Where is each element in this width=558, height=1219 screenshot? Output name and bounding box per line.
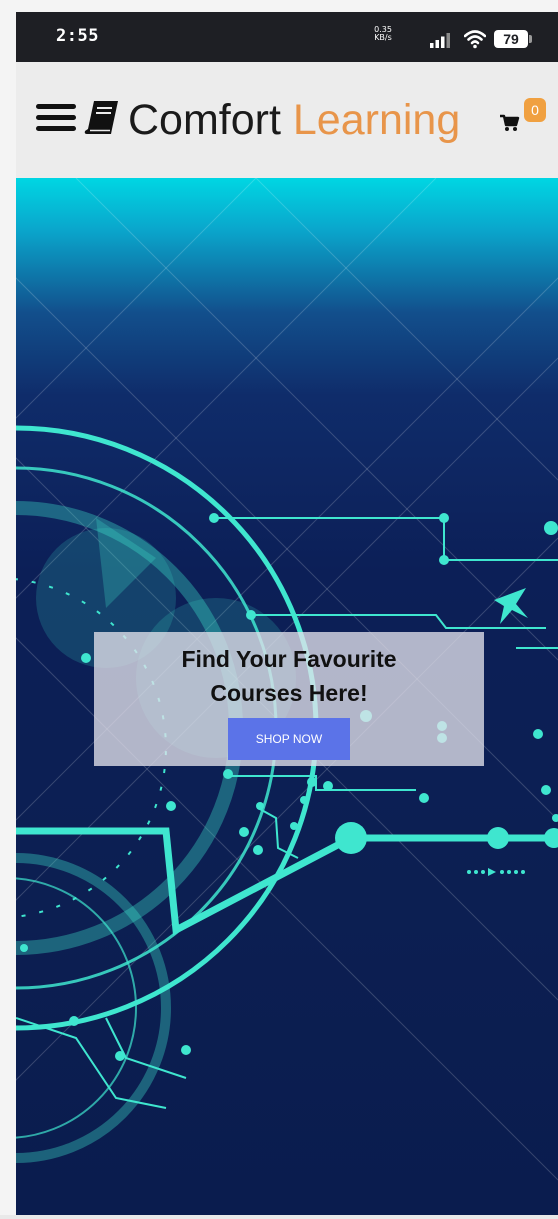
- battery-icon: 79: [494, 30, 534, 48]
- book-icon: [84, 101, 118, 134]
- status-time: 2:55: [56, 26, 99, 46]
- bottom-edge: [0, 1215, 558, 1219]
- cart-icon[interactable]: [500, 114, 520, 132]
- signal-icon: [430, 33, 450, 48]
- cart-count-badge: 0: [524, 98, 546, 122]
- hero-banner: Find Your Favourite Courses Here! SHOP N…: [16, 178, 558, 1215]
- hero-title: Find Your Favourite Courses Here!: [94, 642, 484, 710]
- hero-title-line-2: Courses Here!: [210, 680, 368, 706]
- network-speed: 0.35 KB/s: [372, 26, 394, 42]
- brand-logo-text[interactable]: Comfort Learning: [128, 92, 460, 148]
- shop-now-button[interactable]: SHOP NOW: [228, 718, 350, 760]
- app-header: Comfort Learning 0: [16, 62, 558, 178]
- network-speed-unit: KB/s: [374, 33, 392, 42]
- hero-title-line-1: Find Your Favourite: [181, 646, 397, 672]
- phone-screen: 2:55 0.35 KB/s 79 Comfort Learning 0 Fin…: [16, 12, 558, 1215]
- brand-name-comfort: Comfort: [128, 96, 281, 144]
- brand-name-learning: Learning: [292, 96, 461, 144]
- hero-card: Find Your Favourite Courses Here! SHOP N…: [94, 632, 484, 766]
- screenshot-frame: 2:55 0.35 KB/s 79 Comfort Learning 0 Fin…: [0, 0, 558, 1219]
- battery-level: 79: [494, 30, 528, 48]
- battery-tip: [529, 35, 532, 43]
- wifi-icon: [464, 30, 486, 49]
- status-bar: 2:55 0.35 KB/s 79: [16, 12, 558, 62]
- menu-icon[interactable]: [36, 102, 76, 134]
